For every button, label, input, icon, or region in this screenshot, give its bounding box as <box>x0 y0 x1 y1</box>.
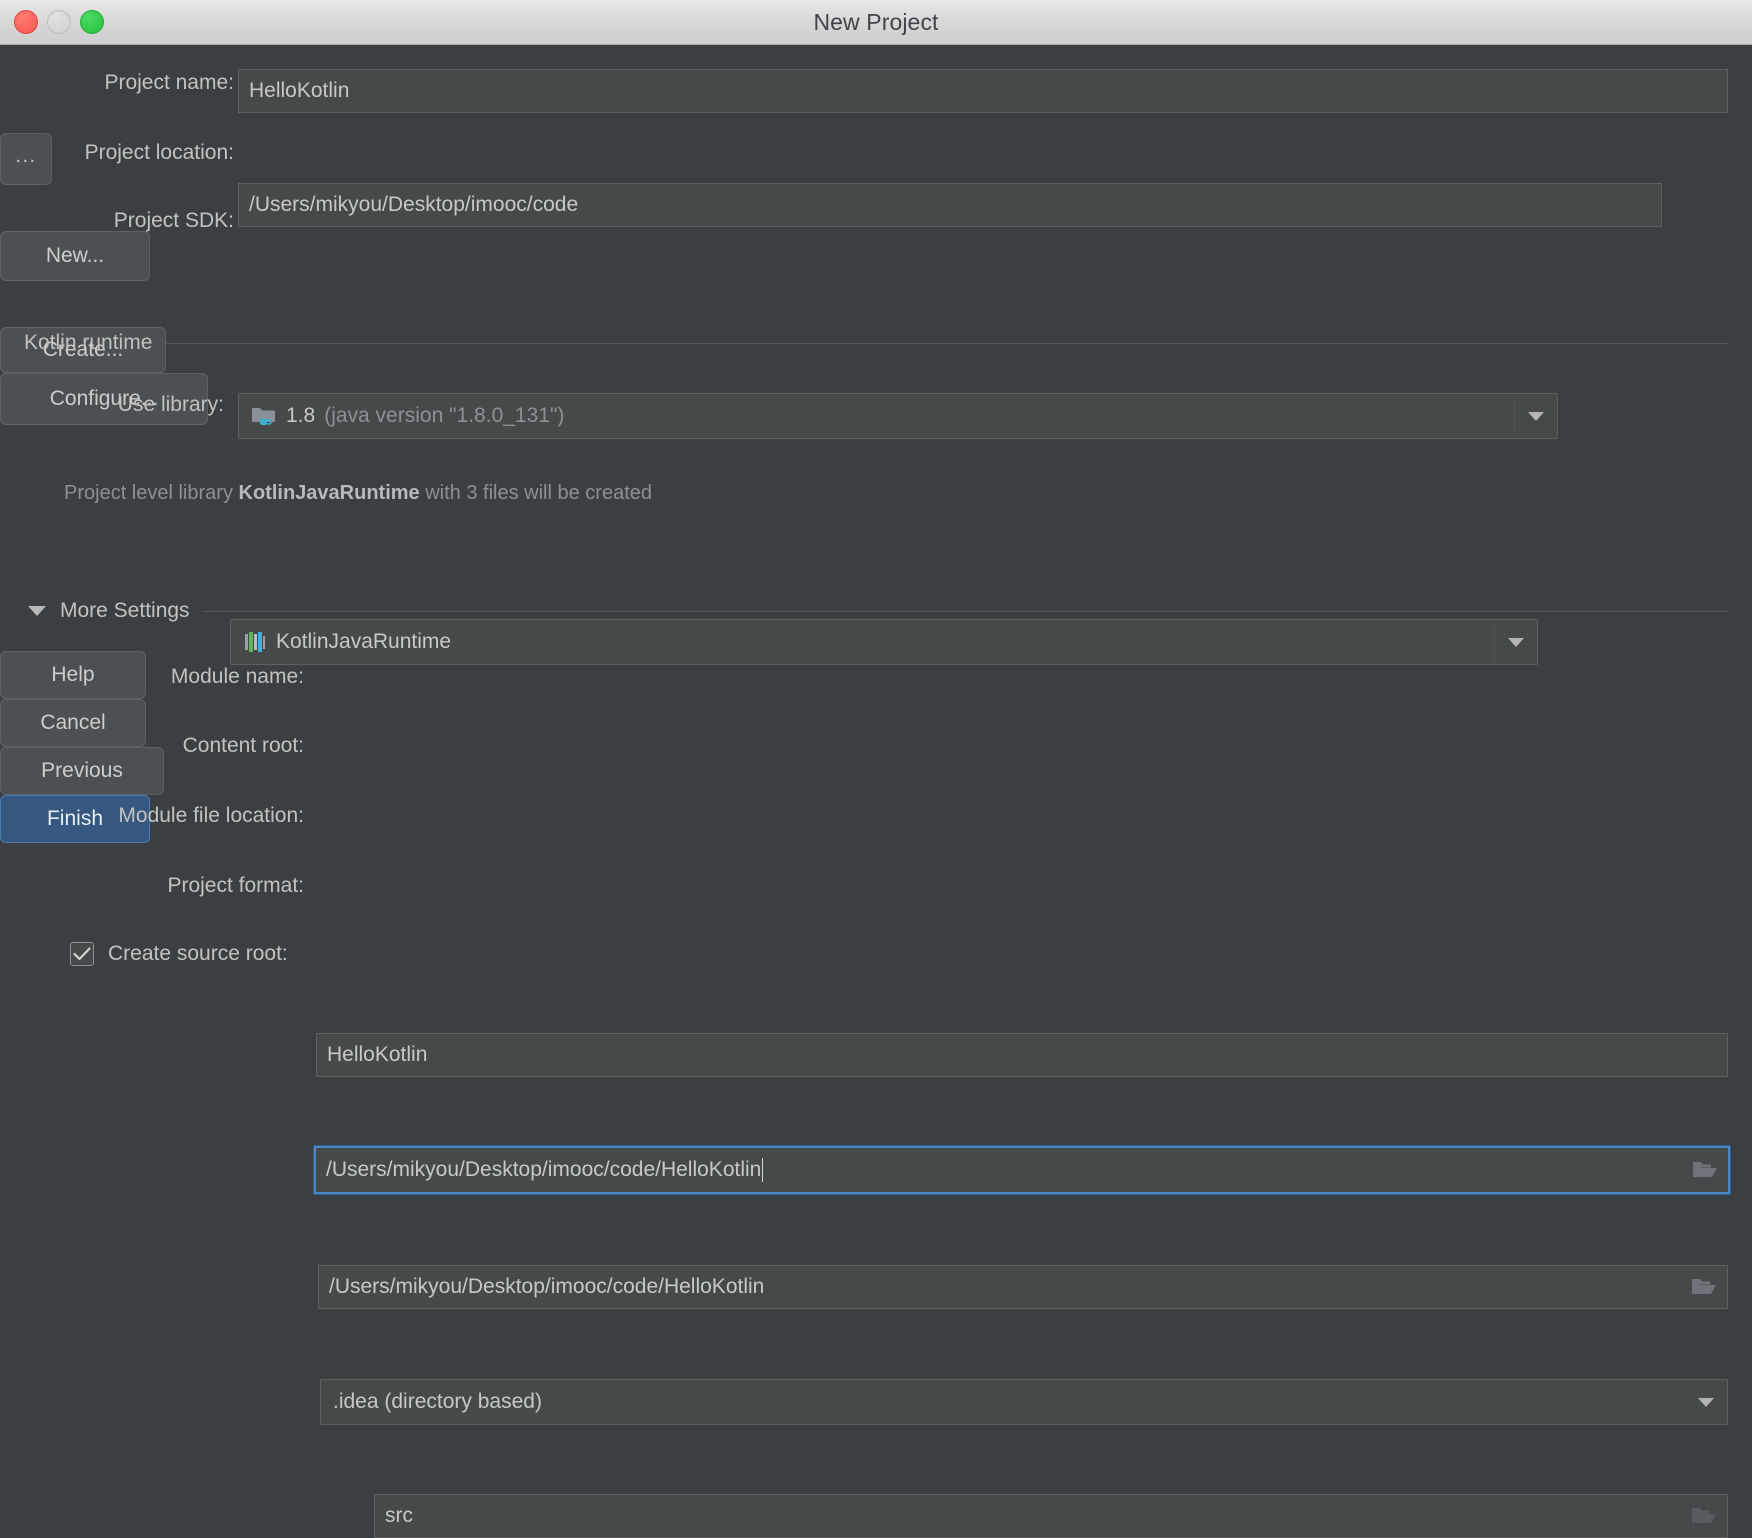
create-source-root-browse-icon[interactable] <box>1691 1505 1717 1527</box>
project-location-input[interactable]: /Users/mikyou/Desktop/imooc/code <box>238 183 1662 227</box>
new-project-dialog: New Project Project name: HelloKotlin Pr… <box>0 0 1752 1538</box>
section-divider <box>166 342 1728 344</box>
project-sdk-combo[interactable]: 1.8 (java version "1.8.0_131") <box>238 393 1558 439</box>
project-location-row: Project location: <box>24 141 234 165</box>
use-library-dropdown-arrow[interactable] <box>1494 620 1537 664</box>
library-bars-icon <box>243 631 267 653</box>
new-sdk-button[interactable]: New... <box>0 231 150 281</box>
use-library-combo[interactable]: KotlinJavaRuntime <box>230 619 1538 665</box>
chevron-down-icon <box>1698 1397 1714 1407</box>
content-root-label: Content root: <box>182 734 304 757</box>
create-source-root-label: Create source root: <box>108 942 288 965</box>
project-name-row: Project name: <box>24 71 234 95</box>
triangle-down-icon[interactable] <box>28 606 46 616</box>
close-button[interactable] <box>14 10 38 34</box>
project-format-row: Project format: <box>24 874 304 898</box>
module-name-input[interactable]: HelloKotlin <box>316 1033 1728 1077</box>
project-location-value: /Users/mikyou/Desktop/imooc/code <box>249 193 579 216</box>
project-name-label: Project name: <box>104 71 234 94</box>
text-caret <box>762 1158 764 1182</box>
project-format-value: .idea (directory based) <box>333 1390 542 1413</box>
create-source-root-input[interactable]: src <box>374 1494 1728 1538</box>
library-hint-text: Project level library KotlinJavaRuntime … <box>64 482 652 505</box>
project-format-dropdown-arrow[interactable] <box>1685 1380 1727 1424</box>
minimize-button[interactable] <box>47 10 71 34</box>
project-format-combo[interactable]: .idea (directory based) <box>320 1379 1728 1425</box>
module-file-location-value: /Users/mikyou/Desktop/imooc/code/HelloKo… <box>329 1275 765 1298</box>
module-file-location-row: Module file location: <box>24 804 304 828</box>
module-file-location-label: Module file location: <box>118 804 304 827</box>
project-name-value: HelloKotlin <box>249 79 350 102</box>
kotlin-runtime-section-header: Kotlin runtime <box>24 331 1728 355</box>
module-file-location-input[interactable]: /Users/mikyou/Desktop/imooc/code/HelloKo… <box>318 1265 1728 1309</box>
project-sdk-row: Project SDK: <box>24 209 234 233</box>
project-sdk-detail: (java version "1.8.0_131") <box>324 404 565 427</box>
module-file-location-browse-icon[interactable] <box>1691 1276 1717 1298</box>
title-bar: New Project <box>0 0 1752 45</box>
create-source-root-row: Create source root: <box>70 942 288 966</box>
module-name-value: HelloKotlin <box>327 1043 428 1066</box>
chevron-down-icon <box>1508 637 1524 647</box>
maximize-button[interactable] <box>80 10 104 34</box>
use-library-value: KotlinJavaRuntime <box>276 630 452 653</box>
library-hint-prefix: Project level library <box>64 482 239 504</box>
more-settings-section-header[interactable]: More Settings <box>28 599 1728 623</box>
section-divider <box>203 610 1728 612</box>
project-sdk-label: Project SDK: <box>113 209 234 232</box>
dialog-content: Project name: HelloKotlin Project locati… <box>0 45 1752 1538</box>
project-sdk-dropdown-arrow[interactable] <box>1514 394 1557 438</box>
use-library-label: Use library: <box>117 393 224 416</box>
content-root-input[interactable]: /Users/mikyou/Desktop/imooc/code/HelloKo… <box>313 1145 1731 1195</box>
project-name-input[interactable]: HelloKotlin <box>238 69 1728 113</box>
sdk-folder-java-icon <box>251 404 277 428</box>
chevron-down-icon <box>1528 411 1544 421</box>
library-hint-name: KotlinJavaRuntime <box>238 482 420 504</box>
module-name-label: Module name: <box>170 665 304 688</box>
library-hint-suffix: with 3 files will be created <box>419 482 652 504</box>
content-root-value: /Users/mikyou/Desktop/imooc/code/HelloKo… <box>326 1158 762 1181</box>
module-name-row: Module name: <box>24 665 304 689</box>
content-root-browse-icon[interactable] <box>1692 1159 1718 1181</box>
project-location-label: Project location: <box>84 141 234 164</box>
kotlin-runtime-section-label: Kotlin runtime <box>24 331 153 354</box>
use-library-row: Use library: <box>24 393 224 417</box>
window-controls <box>14 0 104 44</box>
window-title: New Project <box>813 8 939 35</box>
more-settings-label: More Settings <box>60 599 190 622</box>
project-format-label: Project format: <box>167 874 304 897</box>
create-source-root-value: src <box>385 1504 413 1527</box>
create-source-root-checkbox[interactable] <box>70 942 94 966</box>
project-sdk-value: 1.8 <box>286 404 316 427</box>
content-root-row: Content root: <box>24 734 304 758</box>
